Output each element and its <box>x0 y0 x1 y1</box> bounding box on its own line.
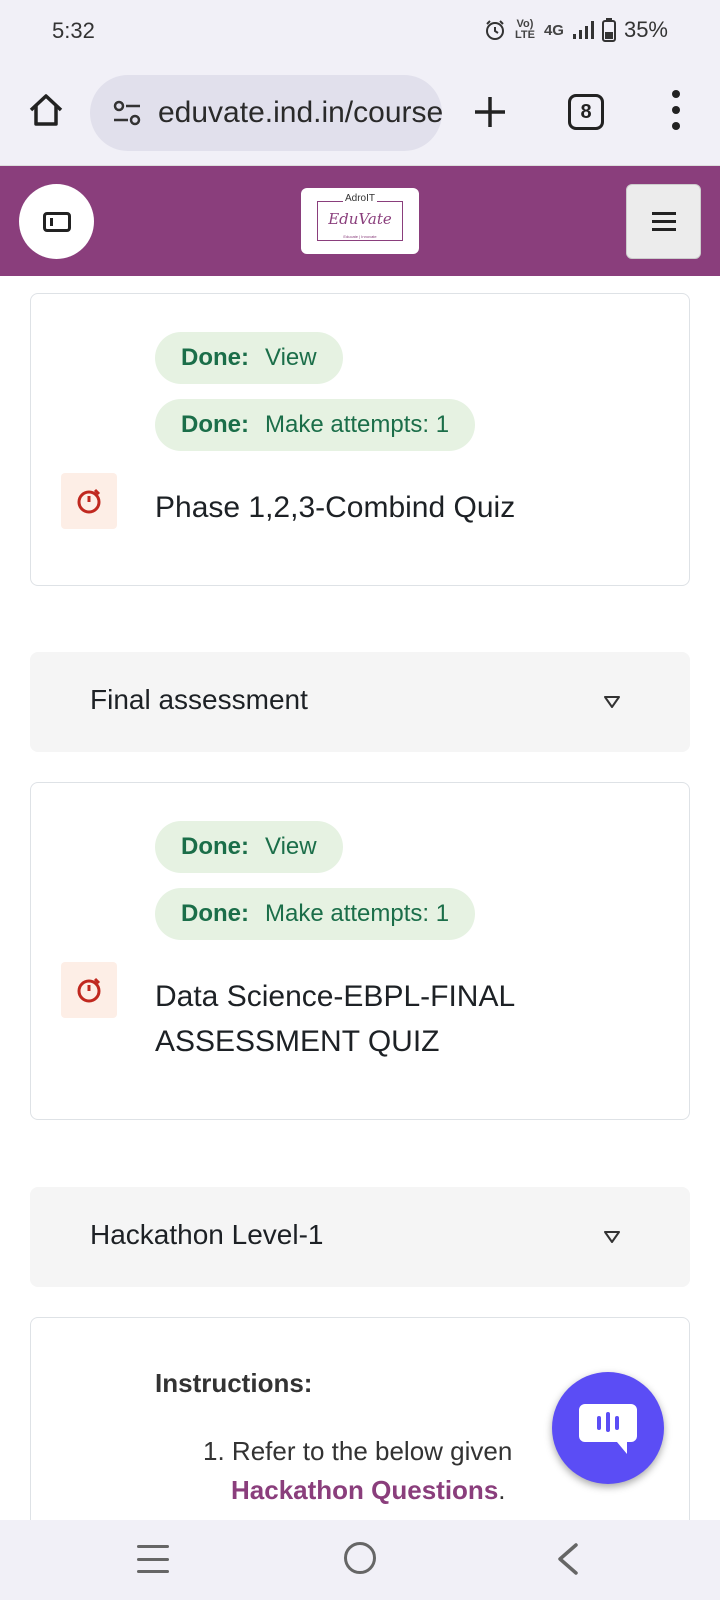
completion-badge: Done: Make attempts: 1 <box>155 399 476 451</box>
instruction-text: Refer to the below given <box>231 1436 513 1466</box>
logo-frame: AdroIT EduVate Educate | Innovate <box>317 193 403 241</box>
completion-badge: Done: Make attempts: 1 <box>155 888 476 940</box>
new-tab-icon[interactable] <box>470 92 510 132</box>
system-nav-bar <box>0 1520 720 1600</box>
completion-label: Done: <box>181 344 249 371</box>
site-logo[interactable]: AdroIT EduVate Educate | Innovate <box>301 188 419 254</box>
section-header-hackathon-level-1[interactable]: Hackathon Level-1 <box>30 1187 690 1287</box>
chevron-down-icon[interactable] <box>603 695 621 709</box>
section-title[interactable]: Hackathon Level-1 <box>90 1219 323 1251</box>
activity-link[interactable]: Phase 1,2,3-Combind Quiz <box>155 485 655 530</box>
completion-value: View <box>265 833 317 860</box>
hamburger-menu-button[interactable] <box>626 184 701 259</box>
chat-button[interactable] <box>552 1372 664 1484</box>
address-bar[interactable]: eduvate.ind.in/course <box>90 75 442 151</box>
completion-value: Make attempts: 1 <box>265 411 450 438</box>
activity-link[interactable]: Data Science-EBPL-FINAL ASSESSMENT QUIZ <box>155 974 655 1064</box>
logo-sub-text: Educate | Innovate <box>343 234 377 239</box>
completion-value: Make attempts: 1 <box>265 900 450 927</box>
battery-level: 35% <box>623 17 668 42</box>
battery-icon <box>601 18 616 42</box>
activity-card: Done: View Done: Make attempts: 1 Phase … <box>30 293 690 586</box>
back-icon[interactable] <box>554 1542 582 1576</box>
tab-switcher-button[interactable]: 8 <box>568 94 604 130</box>
instructions-title: Instructions: <box>155 1368 313 1398</box>
quiz-icon <box>61 473 117 529</box>
completion-label: Done: <box>181 833 249 860</box>
network-type: 4G <box>543 21 564 39</box>
url-text[interactable]: eduvate.ind.in/course <box>158 96 442 130</box>
signal-icon <box>572 21 594 39</box>
status-bar: 5:32 Vo) LTE 4G 35% <box>0 0 720 62</box>
hackathon-questions-link[interactable]: Hackathon Questions <box>231 1475 498 1505</box>
completion-value: View <box>265 344 317 371</box>
browser-toolbar: eduvate.ind.in/course 8 <box>0 62 720 166</box>
volte-indicator: Vo) LTE <box>514 18 535 41</box>
completion-badge: Done: View <box>155 821 343 873</box>
completion-badge: Done: View <box>155 332 343 384</box>
chat-bubble-icon <box>579 1404 637 1454</box>
drawer-icon <box>42 211 71 232</box>
logo-top-text: AdroIT <box>342 193 377 204</box>
site-header: AdroIT EduVate Educate | Innovate <box>0 166 720 276</box>
completion-label: Done: <box>181 900 249 927</box>
site-settings-icon[interactable] <box>110 96 144 130</box>
section-title[interactable]: Final assessment <box>90 684 308 716</box>
course-index-toggle-button[interactable] <box>19 184 94 259</box>
recents-icon[interactable] <box>137 1545 169 1573</box>
instruction-suffix: . <box>498 1475 506 1505</box>
home-icon[interactable] <box>26 90 66 130</box>
status-time: 5:32 <box>52 18 95 43</box>
chevron-down-icon[interactable] <box>603 1230 621 1244</box>
logo-main-text: EduVate <box>328 210 392 228</box>
instruction-item: 1. Refer to the below given Hackathon Qu… <box>203 1432 512 1510</box>
more-options-icon[interactable] <box>664 90 688 134</box>
instruction-number: 1. <box>203 1436 225 1466</box>
alarm-icon <box>485 20 504 40</box>
quiz-icon <box>61 962 117 1018</box>
completion-label: Done: <box>181 411 249 438</box>
home-nav-icon[interactable] <box>344 1542 376 1574</box>
section-header-final-assessment[interactable]: Final assessment <box>30 652 690 752</box>
activity-card: Done: View Done: Make attempts: 1 Data S… <box>30 782 690 1120</box>
status-icons: Vo) LTE 4G 35% <box>484 17 668 43</box>
